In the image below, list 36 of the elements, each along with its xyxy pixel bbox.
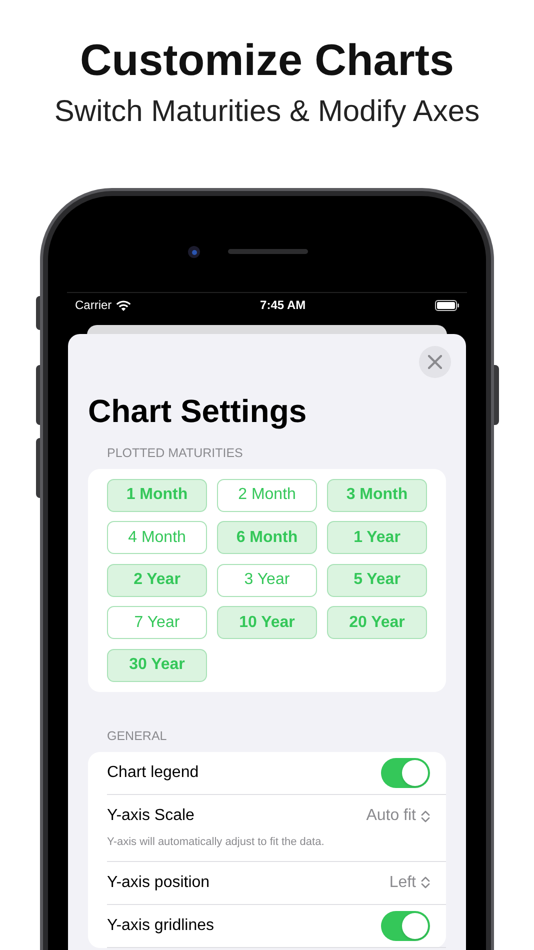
maturity-toggle[interactable]: 2 Year	[107, 564, 207, 597]
row-label: Y-axis gridlines	[107, 916, 216, 936]
maturity-toggle[interactable]: 2 Month	[217, 478, 317, 512]
toggle-switch[interactable]	[381, 910, 430, 940]
row-label: Y-axis Scale	[107, 806, 196, 826]
chevron-up-down-icon	[421, 810, 430, 823]
maturity-toggle[interactable]: 20 Year	[327, 606, 427, 640]
status-time: 7:45 AM	[260, 297, 306, 314]
maturity-toggle[interactable]: 3 Year	[217, 564, 317, 597]
close-button[interactable]	[419, 346, 451, 378]
section-header: GENERAL	[106, 728, 168, 745]
sheet-title: Chart Settings	[88, 392, 307, 430]
picker-menu[interactable]: Auto fit	[366, 804, 430, 828]
carrier-label: Carrier	[75, 297, 112, 314]
section-header: PLOTTED MATURITIES	[106, 445, 244, 462]
chevron-up-down-icon	[421, 876, 430, 889]
wifi-icon	[116, 300, 131, 310]
picker-menu[interactable]: Left	[389, 870, 430, 894]
row-label: Chart legend	[107, 762, 200, 782]
close-icon	[428, 355, 442, 369]
headline: Customize Charts	[80, 36, 454, 86]
maturity-toggle[interactable]: 1 Month	[107, 478, 207, 512]
toggle-switch[interactable]	[381, 758, 430, 788]
maturity-toggle[interactable]: 1 Year	[327, 521, 427, 554]
battery-icon	[435, 300, 459, 310]
maturity-toggle[interactable]: 3 Month	[327, 478, 427, 512]
subheadline: Switch Maturities & Modify Axes	[54, 94, 480, 130]
row-note: Y-axis will automatically adjust to fit the data.	[107, 835, 326, 850]
maturity-toggle[interactable]: 5 Year	[327, 564, 427, 597]
maturity-toggle[interactable]: 10 Year	[217, 606, 317, 640]
row-label: Y-axis position	[107, 872, 211, 892]
camera-icon	[188, 246, 200, 258]
maturity-toggle[interactable]: 4 Month	[107, 521, 207, 554]
maturity-toggle[interactable]: 30 Year	[107, 648, 207, 682]
maturity-toggle[interactable]: 6 Month	[217, 521, 317, 554]
maturity-toggle[interactable]: 7 Year	[107, 606, 207, 640]
